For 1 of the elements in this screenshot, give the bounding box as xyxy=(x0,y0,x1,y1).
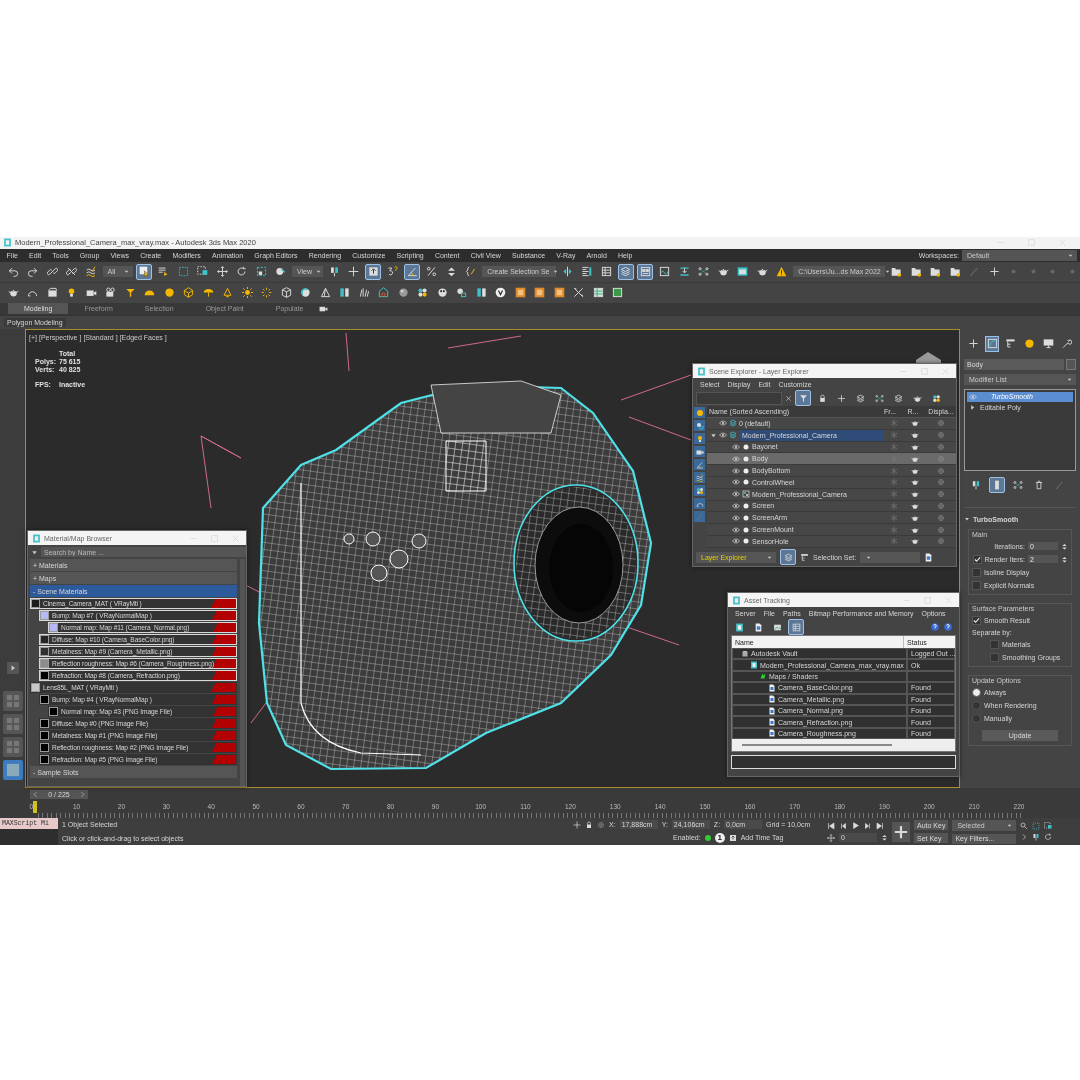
count-badge: 1 xyxy=(714,833,725,843)
